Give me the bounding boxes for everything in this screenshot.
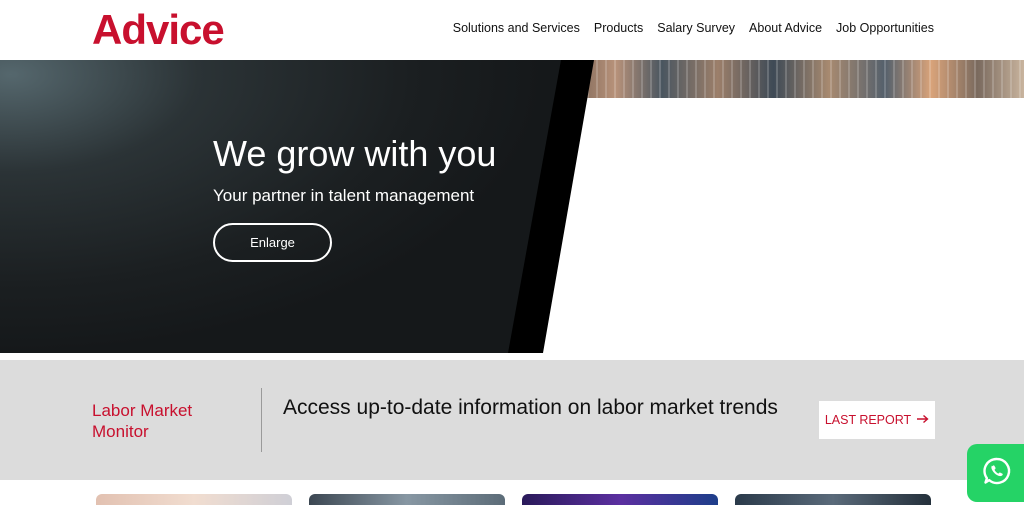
last-report-button[interactable]: LAST REPORT	[819, 401, 935, 439]
nav-item-about[interactable]: About Advice	[749, 20, 822, 36]
advice-logo[interactable]: Advice	[92, 8, 225, 52]
hero-subtitle: Your partner in talent management	[213, 186, 475, 205]
whatsapp-icon	[982, 456, 1012, 491]
whatsapp-button[interactable]	[967, 444, 1024, 502]
card-image[interactable]	[522, 494, 718, 505]
labor-market-text: Access up-to-date information on labor m…	[283, 396, 778, 419]
labor-market-label: Labor Market Monitor	[92, 401, 193, 441]
labor-market-band: Labor Market Monitor Access up-to-date i…	[0, 360, 1024, 480]
arrow-right-icon	[917, 413, 929, 427]
hero-title: We grow with you	[213, 133, 497, 174]
main-nav: Solutions and Services Products Salary S…	[453, 20, 934, 36]
band-divider	[261, 388, 262, 452]
card-image[interactable]	[309, 494, 505, 505]
hero-dark-panel	[0, 60, 594, 353]
card-image[interactable]	[735, 494, 931, 505]
nav-item-jobs[interactable]: Job Opportunities	[836, 20, 934, 36]
nav-item-solutions[interactable]: Solutions and Services	[453, 20, 580, 36]
nav-item-products[interactable]: Products	[594, 20, 643, 36]
enlarge-button[interactable]: Enlarge	[213, 223, 332, 262]
last-report-label: LAST REPORT	[824, 413, 912, 427]
card-image[interactable]	[96, 494, 292, 505]
nav-item-salary-survey[interactable]: Salary Survey	[657, 20, 735, 36]
enlarge-button-label: Enlarge	[250, 235, 295, 250]
hero-banner: We grow with you Your partner in talent …	[0, 60, 1024, 353]
site-header: Advice Solutions and Services Products S…	[0, 0, 1024, 60]
